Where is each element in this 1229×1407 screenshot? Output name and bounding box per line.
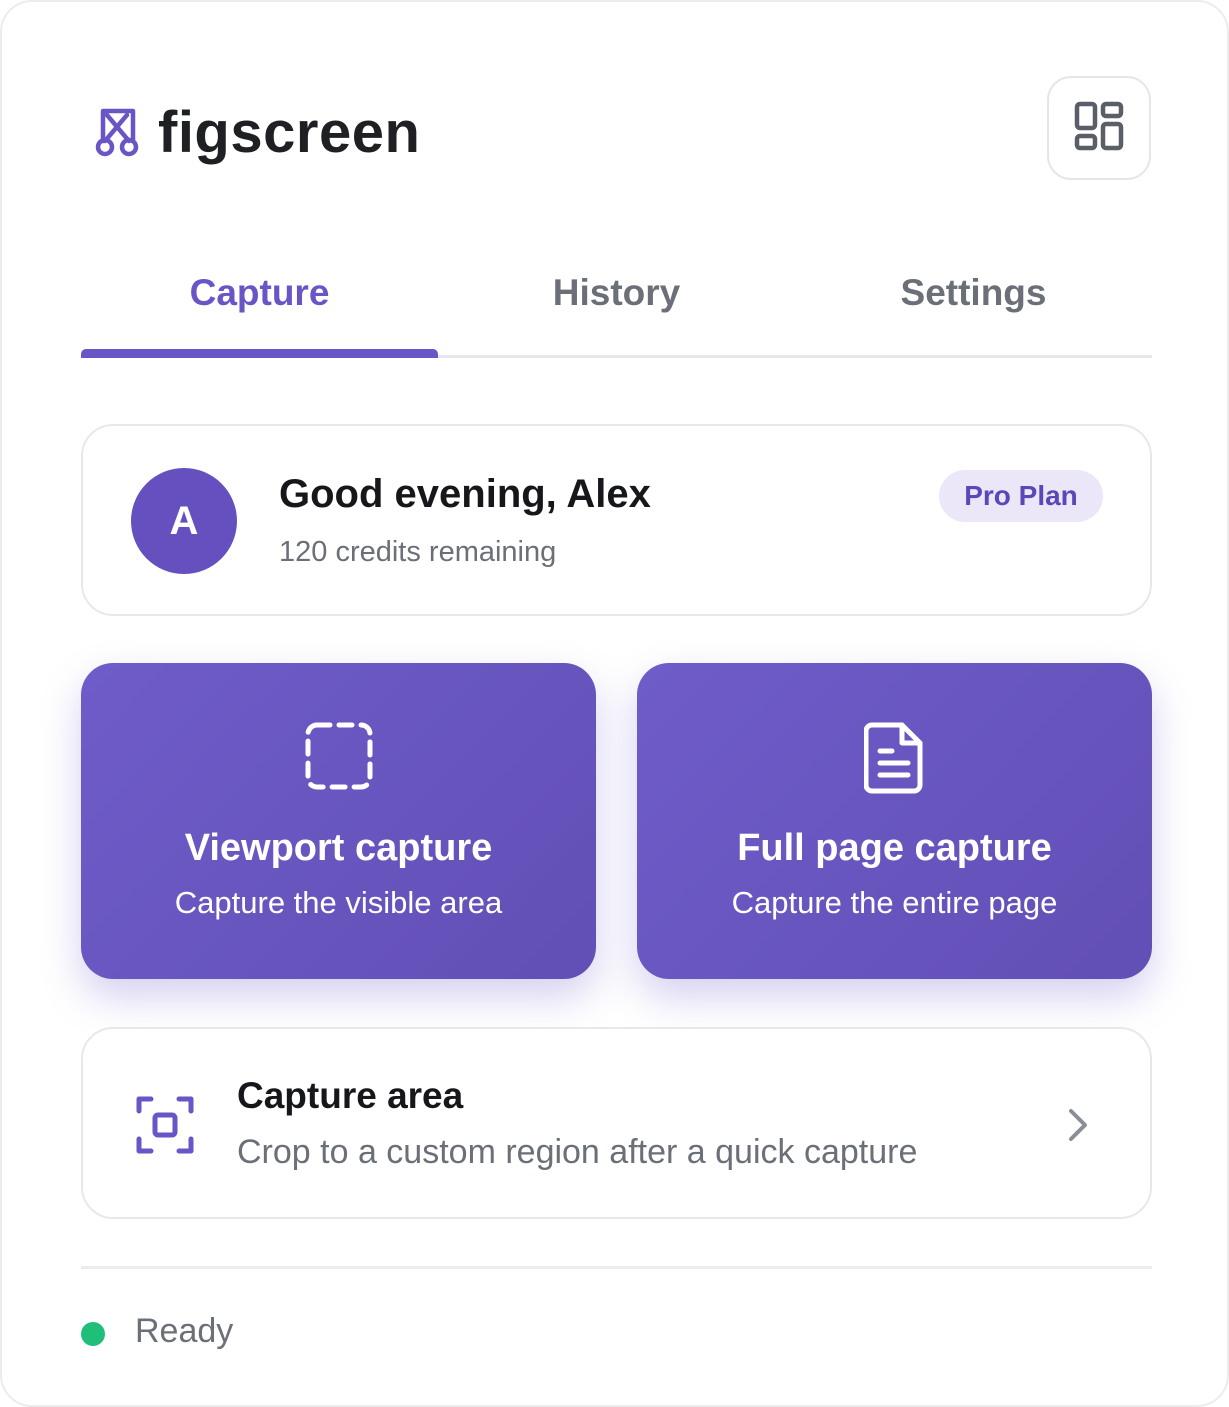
user-card: A Good evening, Alex 120 credits remaini… (81, 424, 1152, 616)
viewport-capture-title: Viewport capture (184, 827, 493, 869)
full-page-capture-button[interactable]: Full page capture Capture the entire pag… (637, 663, 1152, 979)
document-icon (637, 721, 1152, 794)
tab-history[interactable]: History (438, 252, 795, 355)
full-page-capture-subtitle: Capture the entire page (731, 885, 1058, 920)
app-header: figscreen (92, 92, 420, 172)
dashed-square-icon (81, 721, 596, 793)
avatar: A (131, 468, 237, 574)
chevron-right-icon (1063, 1105, 1093, 1145)
scissors-frame-icon (92, 106, 142, 158)
extension-panel: figscreen Capture History Settings A Goo… (0, 0, 1229, 1407)
capture-area-subtitle: Crop to a custom region after a quick ca… (237, 1133, 918, 1171)
apps-menu-button[interactable] (1047, 76, 1151, 180)
status-indicator (81, 1322, 105, 1346)
viewport-capture-subtitle: Capture the visible area (174, 885, 503, 920)
credits-text: 120 credits remaining (279, 536, 557, 568)
tab-capture[interactable]: Capture (81, 252, 438, 358)
plan-badge: Pro Plan (939, 470, 1103, 522)
footer-divider (81, 1266, 1152, 1269)
tab-bar: Capture History Settings (81, 252, 1152, 358)
viewport-capture-button[interactable]: Viewport capture Capture the visible are… (81, 663, 596, 979)
crop-region-icon (135, 1095, 195, 1155)
app-title: figscreen (158, 99, 421, 165)
grid-layout-icon (1074, 101, 1124, 156)
status-text: Ready (135, 1312, 234, 1350)
full-page-capture-title: Full page capture (737, 827, 1052, 869)
capture-area-title: Capture area (237, 1075, 464, 1116)
greeting-text: Good evening, Alex (279, 472, 651, 516)
tab-settings[interactable]: Settings (795, 252, 1152, 355)
capture-area-row[interactable]: Capture area Crop to a custom region aft… (81, 1027, 1152, 1219)
